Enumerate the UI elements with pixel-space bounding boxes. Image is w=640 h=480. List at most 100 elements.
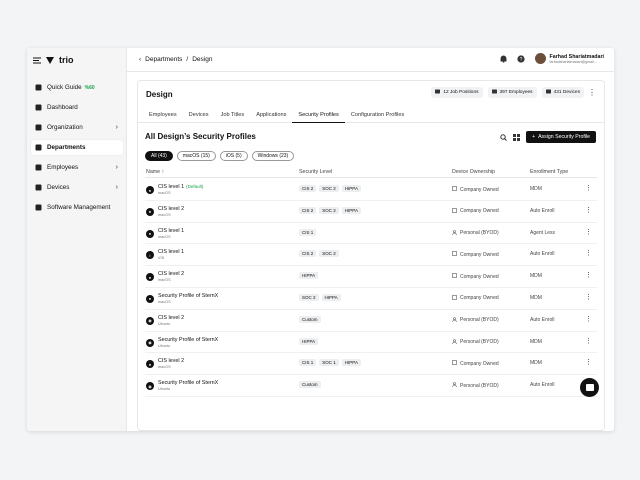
building-icon: [452, 360, 457, 367]
sidebar-item-quick-guide[interactable]: Quick Guide %60: [31, 80, 123, 95]
filter-chip-windows-23[interactable]: Windows (23): [251, 151, 295, 161]
table-row[interactable]: ● CIS level 2 macOS CIS 1 SOC 1 HIPPA Company …: [145, 353, 597, 376]
tab-employees[interactable]: Employees: [143, 109, 183, 123]
help-icon[interactable]: ?: [516, 54, 525, 63]
filter-chip-macos-15[interactable]: macOS (15): [176, 151, 216, 161]
table-row[interactable]: ◉ Security Profile of SternX Ubuntu Custom P…: [145, 375, 597, 397]
tab-configuration-profiles[interactable]: Configuration Profiles: [345, 109, 410, 123]
device-ownership: Personal (BYOD): [452, 338, 499, 346]
stat-label: 431 Devices: [553, 90, 580, 95]
row-more-icon[interactable]: ⋮: [585, 271, 592, 279]
macos-icon: ●: [146, 294, 154, 303]
ownership-text: Company Owned: [460, 360, 499, 367]
profile-name[interactable]: Security Profile of SternX: [158, 293, 218, 299]
tab-job-titles[interactable]: Job Titles: [215, 109, 251, 123]
row-more-icon[interactable]: ⋮: [585, 315, 592, 323]
user-menu[interactable]: Farhad Shariatmadari farhadshariatmadari…: [534, 53, 604, 64]
security-level-tag: CIS 2: [299, 250, 317, 258]
table-row[interactable]: ◉ Security Profile of SternX Ubuntu HIPPA Pe…: [145, 332, 597, 354]
profile-name-text: Security Profile of SternX: [158, 292, 219, 299]
profile-name[interactable]: CIS level 1 (Default): [158, 184, 203, 190]
table-row[interactable]: ● CIS level 1 (Default) macOS CIS 2 SOC 2 HIPP…: [145, 179, 597, 201]
card-more-icon[interactable]: ⋮: [588, 88, 596, 97]
security-levels: HIPPA: [299, 337, 319, 345]
filter-chip-all-43[interactable]: All (43): [145, 151, 173, 161]
sidebar-item-dashboard[interactable]: Dashboard: [31, 100, 123, 115]
ownership-text: Personal (BYOD): [460, 230, 499, 237]
bell-icon[interactable]: [500, 55, 507, 63]
sidebar-item-label: Quick Guide: [47, 84, 82, 91]
sidebar-item-devices[interactable]: Devices ›: [31, 180, 123, 195]
app-window: trio Quick Guide %60 Dashboard Organization…: [27, 48, 614, 431]
sidebar-item-departments[interactable]: Departments: [31, 140, 123, 155]
row-more-icon[interactable]: ⋮: [585, 206, 592, 214]
tab-devices[interactable]: Devices: [183, 109, 215, 123]
filter-chip-ios-5[interactable]: iOS (5): [219, 151, 248, 161]
table-row[interactable]: ● Security Profile of SternX macOS SOC 2 HIP…: [145, 288, 597, 310]
macos-icon: ●: [146, 207, 154, 216]
table-row[interactable]: ◉ CIS level 2 Ubuntu Custom Personal (BYOD) A…: [145, 310, 597, 332]
sidebar-item-software-management[interactable]: Software Management: [31, 200, 123, 215]
chevron-right-icon[interactable]: ›: [116, 184, 118, 191]
macos-icon: ●: [146, 360, 154, 369]
header-name[interactable]: Name ↑: [146, 169, 164, 175]
profile-name[interactable]: CIS level 2: [158, 315, 184, 321]
profile-name[interactable]: CIS level 1: [158, 228, 184, 234]
device-ownership: Company Owned: [452, 207, 499, 215]
profile-name[interactable]: CIS level 2: [158, 358, 184, 364]
dashboard-icon: [35, 104, 42, 111]
svg-text:?: ?: [519, 57, 522, 63]
row-more-icon[interactable]: ⋮: [585, 184, 592, 192]
profile-os: macOS: [158, 278, 171, 283]
assign-security-profile-button[interactable]: + Assign Security Profile: [526, 131, 596, 143]
back-chevron-icon[interactable]: ‹: [139, 56, 141, 63]
menu-icon[interactable]: [33, 57, 41, 64]
profile-name[interactable]: CIS level 1: [158, 249, 184, 255]
profile-name[interactable]: CIS level 2: [158, 206, 184, 212]
profile-name[interactable]: Security Profile of SternX: [158, 337, 218, 343]
person-icon: [452, 316, 457, 324]
department-card: Design 12 Job Positions 397 Employees 431 …: [137, 80, 605, 431]
security-levels: Custom: [299, 381, 321, 389]
table-row[interactable]: ● CIS level 1 macOS CIS 1 Personal (BYOD) Age…: [145, 223, 597, 245]
profile-name-text: Security Profile of SternX: [158, 336, 219, 343]
security-level-tag: HIPPA: [299, 337, 319, 345]
table-row[interactable]: ● CIS level 2 macOS HIPPA Company Owned MDM ⋮: [145, 266, 597, 288]
security-level-tag: CIS 1: [299, 228, 317, 236]
sidebar-item-employees[interactable]: Employees ›: [31, 160, 123, 175]
security-level-tag: HIPPA: [341, 185, 361, 192]
profile-name[interactable]: CIS level 2: [158, 271, 184, 277]
profile-name-text: CIS level 2: [158, 314, 185, 321]
breadcrumb-separator: /: [186, 56, 189, 63]
profile-os: macOS: [158, 365, 171, 370]
header-enrollment-type: Enrollment Type: [530, 169, 569, 175]
enrollment-type: MDM: [530, 294, 542, 301]
chat-fab-button[interactable]: [580, 378, 599, 397]
section-title: All Design’s Security Profiles: [145, 132, 256, 141]
stat-pills: 12 Job Positions 397 Employees 431 Devices: [431, 87, 584, 98]
breadcrumb-parent[interactable]: Departments: [145, 56, 182, 63]
device-ownership: Company Owned: [452, 360, 499, 367]
profile-name[interactable]: Security Profile of SternX: [158, 380, 218, 386]
ubuntu-icon: ◉: [146, 382, 154, 391]
chevron-right-icon[interactable]: ›: [116, 124, 118, 131]
sidebar-item-organization[interactable]: Organization ›: [31, 120, 123, 135]
table-row[interactable]: ● CIS level 2 macOS CIS 2 SOC 2 HIPPA Company …: [145, 201, 597, 223]
profile-name-text: Security Profile of SternX: [158, 380, 219, 387]
row-more-icon[interactable]: ⋮: [585, 228, 592, 236]
sidebar-nav: Quick Guide %60 Dashboard Organization › Depa…: [31, 80, 123, 220]
enrollment-type: MDM: [530, 186, 542, 192]
chevron-right-icon[interactable]: ›: [116, 164, 118, 171]
table-row[interactable]: i CIS level 1 iOS CIS 2 SOC 2 Company Owned Au…: [145, 244, 597, 267]
sort-up-icon[interactable]: ↑: [162, 169, 165, 175]
row-more-icon[interactable]: ⋮: [585, 337, 592, 345]
ownership-text: Company Owned: [460, 295, 499, 302]
row-more-icon[interactable]: ⋮: [585, 293, 592, 301]
grid-view-icon[interactable]: [513, 133, 521, 141]
tab-applications[interactable]: Applications: [250, 109, 292, 123]
row-more-icon[interactable]: ⋮: [585, 249, 592, 257]
search-icon[interactable]: [500, 133, 507, 141]
row-more-icon[interactable]: ⋮: [585, 358, 592, 366]
enrollment-type: MDM: [530, 273, 542, 280]
tab-security-profiles[interactable]: Security Profiles: [292, 109, 345, 123]
